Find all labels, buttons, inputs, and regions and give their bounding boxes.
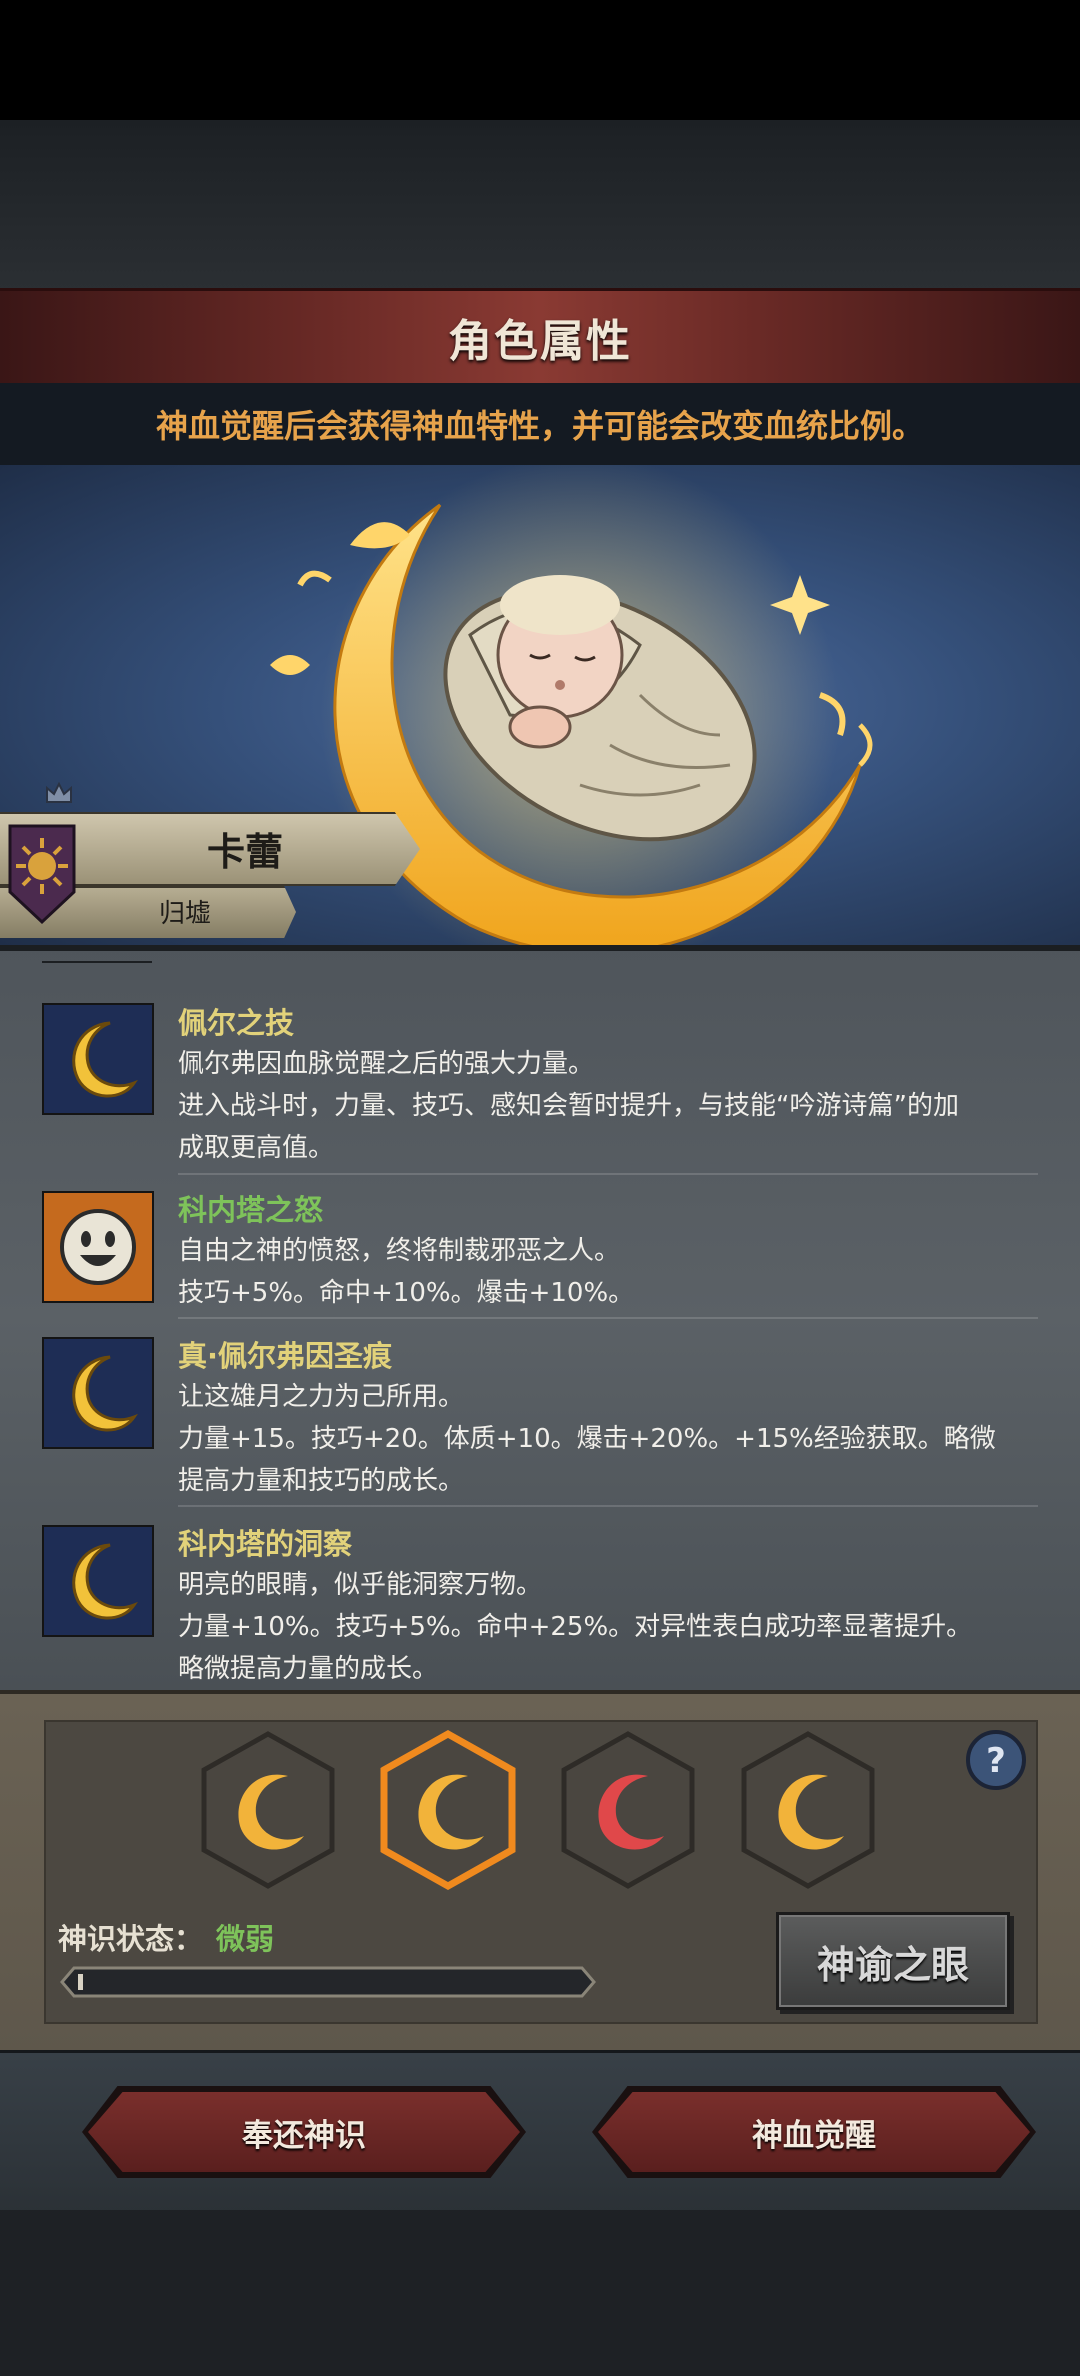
trait-name: 真·佩尔弗因圣痕 <box>178 1339 393 1373</box>
trait-description: 明亮的眼睛，似乎能洞察万物。 <box>178 1570 543 1600</box>
trait-description: 提高力量和技巧的成长。 <box>178 1466 465 1496</box>
trait-description: 佩尔弗因血脉觉醒之后的强大力量。 <box>178 1049 595 1079</box>
question-mark-icon[interactable]: ? <box>964 1728 1028 1792</box>
divine-progress-bar <box>60 1966 596 1998</box>
crown-icon <box>46 781 72 803</box>
trait-name: 佩尔之技 <box>178 1006 295 1040</box>
trait-divider <box>178 1173 1038 1175</box>
trait-name: 科内塔的洞察 <box>178 1527 353 1561</box>
status-bar <box>0 0 1080 120</box>
crescent-moon-icon <box>42 1525 154 1637</box>
divine-slot-3[interactable] <box>558 1730 698 1890</box>
divine-blood-awaken-button[interactable]: 神血觉醒 <box>598 2092 1030 2172</box>
trait-description: 力量+15。技巧+20。体质+10。爆击+20%。+15%经验获取。略微 <box>178 1424 996 1454</box>
divine-slot-4[interactable] <box>738 1730 878 1890</box>
trait-description: 让这雄月之力为己所用。 <box>178 1382 465 1412</box>
divine-slot-1[interactable] <box>198 1730 338 1890</box>
sun-crest-icon <box>8 824 76 925</box>
top-background <box>0 120 1080 290</box>
title-banner: 角色属性 <box>0 288 1080 386</box>
divine-slot-2[interactable] <box>378 1730 518 1890</box>
subtitle-bar: 神血觉醒后会获得神血特性，并可能会改变血统比例。 <box>0 383 1080 465</box>
trait-description: 自由之神的愤怒，终将制裁邪恶之人。 <box>178 1236 621 1266</box>
page-title: 角色属性 <box>448 316 632 367</box>
trait-description: 成取更高值。 <box>178 1133 335 1163</box>
navigation-bar <box>0 2210 1080 2376</box>
oracle-eye-button[interactable]: 神谕之眼 <box>776 1912 1010 2010</box>
smiley-face-icon <box>42 1191 154 1303</box>
character-origin: 归墟 <box>158 898 211 929</box>
divine-state-value: 微弱 <box>216 1922 275 1956</box>
trait-name: 科内塔之怒 <box>178 1193 324 1227</box>
trait-list[interactable]: 佩尔之技 佩尔弗因血脉觉醒之后的强大力量。 进入战斗时，力量、技巧、感知会暂时提… <box>0 945 1080 1690</box>
trait-divider <box>178 1317 1038 1319</box>
trait-description: 略微提高力量的成长。 <box>178 1654 439 1684</box>
trait-description: 技巧+5%。命中+10%。爆击+10%。 <box>178 1278 635 1308</box>
trait-description: 力量+10%。技巧+5%。命中+25%。对异性表白成功率显著提升。 <box>178 1612 973 1642</box>
scroll-edge-divider <box>42 961 152 963</box>
trait-description: 进入战斗时，力量、技巧、感知会暂时提升，与技能“吟游诗篇”的加 <box>178 1091 959 1121</box>
trait-divider <box>178 1505 1038 1507</box>
divine-state-label: 神识状态： <box>58 1922 204 1956</box>
svg-text:?: ? <box>986 1741 1006 1781</box>
page-subtitle: 神血觉醒后会获得神血特性，并可能会改变血统比例。 <box>155 407 924 445</box>
crescent-moon-icon <box>42 1337 154 1449</box>
character-name: 卡蕾 <box>206 829 283 874</box>
progress-fill <box>78 1974 83 1990</box>
return-divinity-button[interactable]: 奉还神识 <box>88 2092 520 2172</box>
crescent-moon-icon <box>42 1003 154 1115</box>
trait-panel-edge <box>0 945 1080 951</box>
